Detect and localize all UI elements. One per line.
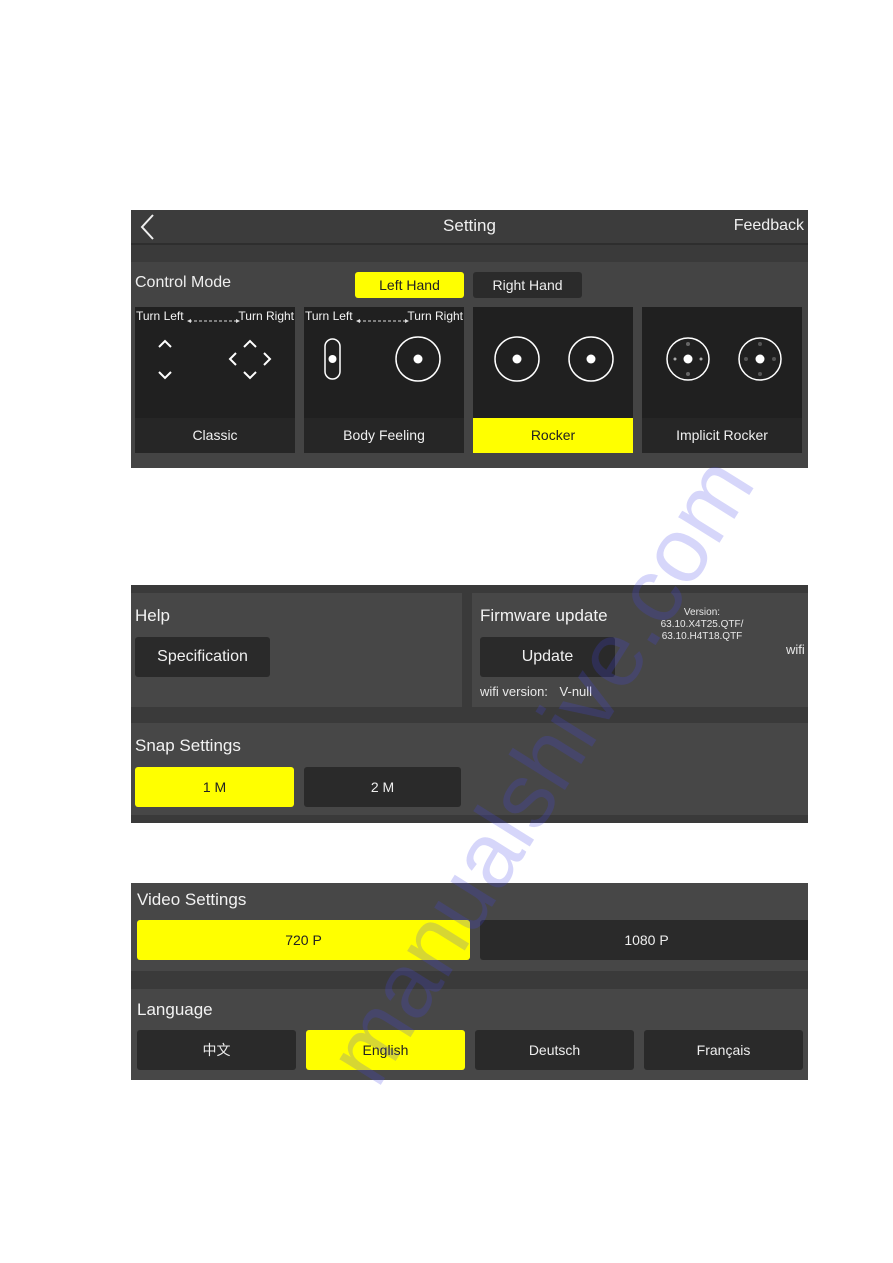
mode-rocker[interactable]: Rocker (473, 307, 633, 453)
language-francais-button[interactable]: Français (644, 1030, 803, 1070)
specification-button[interactable]: Specification (135, 637, 270, 677)
page-title: Setting (443, 216, 496, 235)
help-title: Help (135, 606, 170, 625)
video-title: Video Settings (137, 890, 247, 909)
version-line-1: Version: 63.10.X4T25.QTF/ (660, 607, 744, 630)
snap-2m-button[interactable]: 2 M (304, 767, 461, 807)
language-deutsch-button[interactable]: Deutsch (475, 1030, 634, 1070)
mode-implicit-rocker[interactable]: Implicit Rocker (642, 307, 802, 453)
firmware-version-text: Version: 63.10.X4T25.QTF/ 63.10.H4T18.QT… (642, 607, 762, 643)
firmware-section: Firmware update Version: 63.10.X4T25.QTF… (472, 593, 808, 707)
classic-dpad-icon (158, 319, 272, 380)
left-hand-button[interactable]: Left Hand (355, 272, 464, 298)
video-1080p-button[interactable]: 1080 P (480, 920, 808, 960)
divider (131, 245, 808, 262)
snap-settings-section: Snap Settings 1 M 2 M (131, 723, 808, 815)
video-settings-section: Video Settings 720 P 1080 P (131, 883, 808, 971)
mode-label: Rocker (473, 418, 633, 453)
control-mode-panel: Setting Feedback Control Mode Left Hand … (131, 210, 808, 468)
rocker-joystick-icon (494, 336, 614, 382)
mode-label: Classic (135, 418, 295, 453)
implicit-rocker-joystick-icon (666, 337, 782, 381)
language-chinese-button[interactable]: 中文 (137, 1030, 296, 1070)
control-mode-label: Control Mode (135, 274, 232, 291)
wifi-version-row: wifi version: V-null (480, 684, 592, 699)
firmware-title: Firmware update (480, 606, 608, 625)
body-feeling-joystick-icon (324, 319, 441, 382)
video-language-panel: Video Settings 720 P 1080 P Language 中文 … (131, 883, 808, 1080)
video-720p-button[interactable]: 720 P (137, 920, 470, 960)
wifi-version-label: wifi version: (480, 684, 548, 699)
snap-title: Snap Settings (135, 736, 241, 755)
wifi-version-value: V-null (559, 684, 593, 699)
help-section: Help Specification (131, 593, 462, 707)
update-button[interactable]: Update (480, 637, 615, 677)
mode-label: Body Feeling (304, 418, 464, 453)
language-english-button[interactable]: English (306, 1030, 465, 1070)
mode-body-feeling[interactable]: Turn Left Turn Right Body Feeling (304, 307, 464, 453)
mode-label: Implicit Rocker (642, 418, 802, 453)
snap-1m-button[interactable]: 1 M (135, 767, 294, 807)
wifi-truncated-label: wifi (786, 642, 805, 657)
version-line-2: 63.10.H4T18.QTF (661, 631, 743, 642)
title-bar: Setting Feedback (131, 210, 808, 245)
mode-classic[interactable]: Turn Left Turn Right Classic (135, 307, 295, 453)
language-section: Language 中文 English Deutsch Français (131, 989, 808, 1080)
language-title: Language (137, 1000, 213, 1019)
right-hand-button[interactable]: Right Hand (473, 272, 582, 298)
feedback-button[interactable]: Feedback (734, 217, 804, 235)
help-firmware-snap-panel: Help Specification Firmware update Versi… (131, 585, 808, 823)
